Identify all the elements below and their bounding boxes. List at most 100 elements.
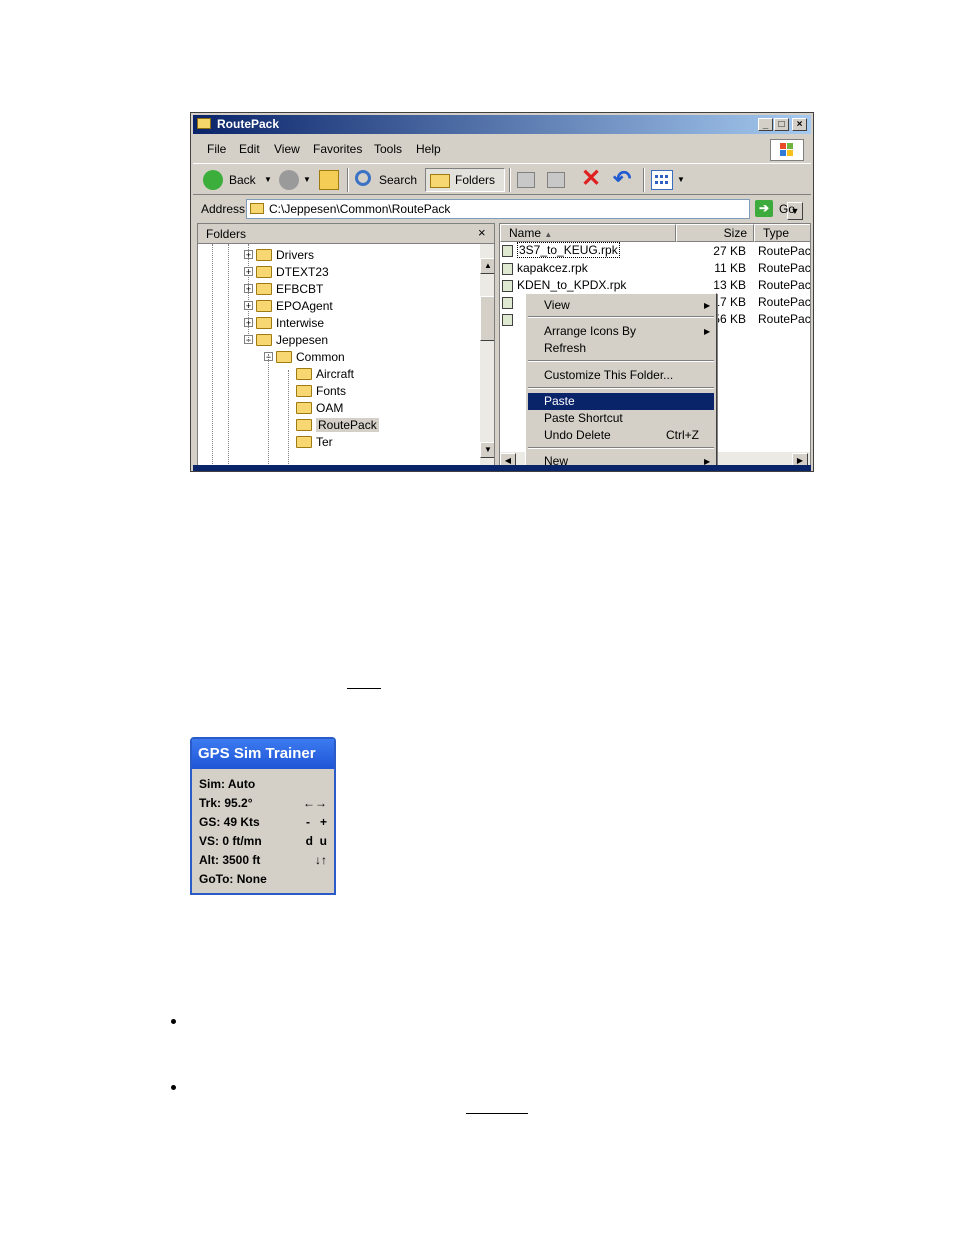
folder-icon <box>256 248 272 261</box>
search-button[interactable]: Search <box>379 169 417 191</box>
folder-icon <box>256 333 272 346</box>
close-button[interactable]: × <box>792 118 807 131</box>
window-title: RoutePack <box>217 117 280 131</box>
column-header-type[interactable]: Type <box>754 224 810 242</box>
context-menu-customize-folder[interactable]: Customize This Folder... <box>528 367 714 384</box>
folder-open-icon <box>276 350 292 363</box>
back-button[interactable]: Back <box>229 169 256 191</box>
address-input[interactable]: C:\Jeppesen\Common\RoutePack ▼ <box>246 199 803 220</box>
context-menu-refresh[interactable]: Refresh <box>528 340 714 357</box>
folder-icon <box>296 401 312 414</box>
file-row[interactable] <box>502 312 517 329</box>
address-value: C:\Jeppesen\Common\RoutePack <box>269 202 451 216</box>
delete-icon[interactable]: ✕ <box>581 167 601 191</box>
toolbar-separator <box>509 168 511 192</box>
file-row[interactable] <box>502 295 517 312</box>
file-type: RoutePac <box>758 312 811 326</box>
folder-icon <box>296 384 312 397</box>
column-header-size[interactable]: Size <box>676 224 754 242</box>
maximize-button[interactable]: □ <box>774 118 789 131</box>
back-arrow-icon[interactable] <box>203 170 223 190</box>
menu-edit[interactable]: Edit <box>239 142 260 156</box>
menu-view[interactable]: View <box>274 142 300 156</box>
context-menu-paste[interactable]: Paste <box>528 393 714 410</box>
folder-icon <box>256 265 272 278</box>
vs-controls[interactable]: d u <box>306 834 327 848</box>
address-bar: Address C:\Jeppesen\Common\RoutePack ▼ ➔… <box>193 197 811 221</box>
underline-mark <box>347 688 381 689</box>
tree-item-efbcbt[interactable]: + EFBCBT <box>244 281 323 298</box>
views-dropdown-icon[interactable]: ▼ <box>677 169 685 191</box>
gps-sim-mode[interactable]: Sim: Auto <box>199 777 327 795</box>
go-arrow-icon[interactable]: ➔ <box>755 200 773 217</box>
file-row[interactable]: kapakcez.rpk <box>502 261 588 278</box>
tree-item-fonts[interactable]: Fonts <box>296 383 346 400</box>
tree-item-dtext23[interactable]: + DTEXT23 <box>244 264 329 281</box>
forward-dropdown-icon[interactable]: ▼ <box>303 169 311 191</box>
file-type: RoutePac <box>758 295 811 309</box>
tree-item-oam[interactable]: OAM <box>296 400 343 417</box>
title-bar[interactable]: RoutePack _ □ × <box>193 115 811 134</box>
toolbar: Back ▼ ▼ Search Folders ✕ ↶ ▼ <box>193 163 811 195</box>
context-menu-paste-shortcut[interactable]: Paste Shortcut <box>528 410 714 427</box>
menu-file[interactable]: File <box>207 142 226 156</box>
scroll-down-icon[interactable]: ▼ <box>480 442 494 458</box>
track-arrows-icon[interactable]: ←→ <box>303 796 327 810</box>
file-type: RoutePac <box>758 278 811 292</box>
folders-button[interactable]: Folders <box>425 168 505 192</box>
tree-item-jeppesen[interactable]: − Jeppesen <box>244 332 328 349</box>
file-size: 11 KB <box>714 261 746 275</box>
file-size: 27 KB <box>713 244 746 258</box>
file-icon <box>502 279 513 292</box>
tree-item-aircraft[interactable]: Aircraft <box>296 366 354 383</box>
address-label: Address <box>201 202 246 216</box>
views-icon[interactable] <box>651 170 673 190</box>
gps-vertical-speed: VS: 0 ft/mn d u <box>199 834 327 848</box>
tree-item-drivers[interactable]: + Drivers <box>244 247 314 264</box>
folders-pane-close-button[interactable]: × <box>478 225 486 240</box>
folder-icon <box>250 203 264 214</box>
move-to-icon[interactable] <box>517 172 535 188</box>
window-bottom-edge <box>193 465 811 471</box>
file-type: RoutePac <box>758 261 811 275</box>
context-menu-view[interactable]: View ▶ <box>528 297 714 314</box>
search-icon[interactable] <box>355 170 371 186</box>
folders-pane-title: Folders <box>206 227 247 241</box>
context-menu-arrange-icons-by[interactable]: Arrange Icons By ▶ <box>528 323 714 340</box>
column-header-name[interactable]: Name ▲ <box>500 224 676 242</box>
folders-vertical-scrollbar[interactable]: ▲ ▼ <box>480 244 494 470</box>
tree-item-interwise[interactable]: + Interwise <box>244 315 324 332</box>
menu-tools[interactable]: Tools <box>374 142 402 156</box>
menu-help[interactable]: Help <box>416 142 441 156</box>
gps-title: GPS Sim Trainer <box>192 739 334 769</box>
go-button[interactable]: Go <box>779 202 795 216</box>
file-icon <box>502 313 513 326</box>
context-menu-undo-delete[interactable]: Undo Delete Ctrl+Z <box>528 427 714 444</box>
folders-pane-header: Folders × <box>198 224 494 244</box>
tree-item-epoagent[interactable]: + EPOAgent <box>244 298 333 315</box>
gps-altitude: Alt: 3500 ft ↓↑ <box>199 853 327 867</box>
scrollbar-thumb[interactable] <box>480 296 494 341</box>
copy-to-icon[interactable] <box>547 172 565 188</box>
folders-pane: Folders × + Drivers + DTEXT23 + EFBCBT + EPO… <box>197 223 495 471</box>
file-type: RoutePac <box>758 244 811 258</box>
file-row[interactable]: 3S7_to_KEUG.rpk <box>502 242 620 260</box>
menu-favorites[interactable]: Favorites <box>313 142 362 156</box>
minimize-button[interactable]: _ <box>758 118 773 131</box>
folders-icon <box>430 174 450 188</box>
up-folder-icon[interactable] <box>319 170 339 190</box>
folder-icon <box>256 299 272 312</box>
tree-item-common[interactable]: − Common <box>264 349 345 366</box>
speed-controls[interactable]: - + <box>306 815 327 829</box>
undo-icon[interactable]: ↶ <box>613 167 631 191</box>
back-dropdown-icon[interactable]: ▼ <box>264 169 272 191</box>
underline-mark <box>466 1113 528 1114</box>
folder-icon <box>256 282 272 295</box>
gps-goto[interactable]: GoTo: None <box>199 872 327 890</box>
scroll-up-icon[interactable]: ▲ <box>480 258 494 274</box>
forward-arrow-icon[interactable] <box>279 170 299 190</box>
tree-item-routepack[interactable]: RoutePack <box>296 417 379 434</box>
altitude-arrows-icon[interactable]: ↓↑ <box>315 853 327 867</box>
tree-item-ter[interactable]: Ter <box>296 434 333 451</box>
folder-icon <box>197 118 211 129</box>
